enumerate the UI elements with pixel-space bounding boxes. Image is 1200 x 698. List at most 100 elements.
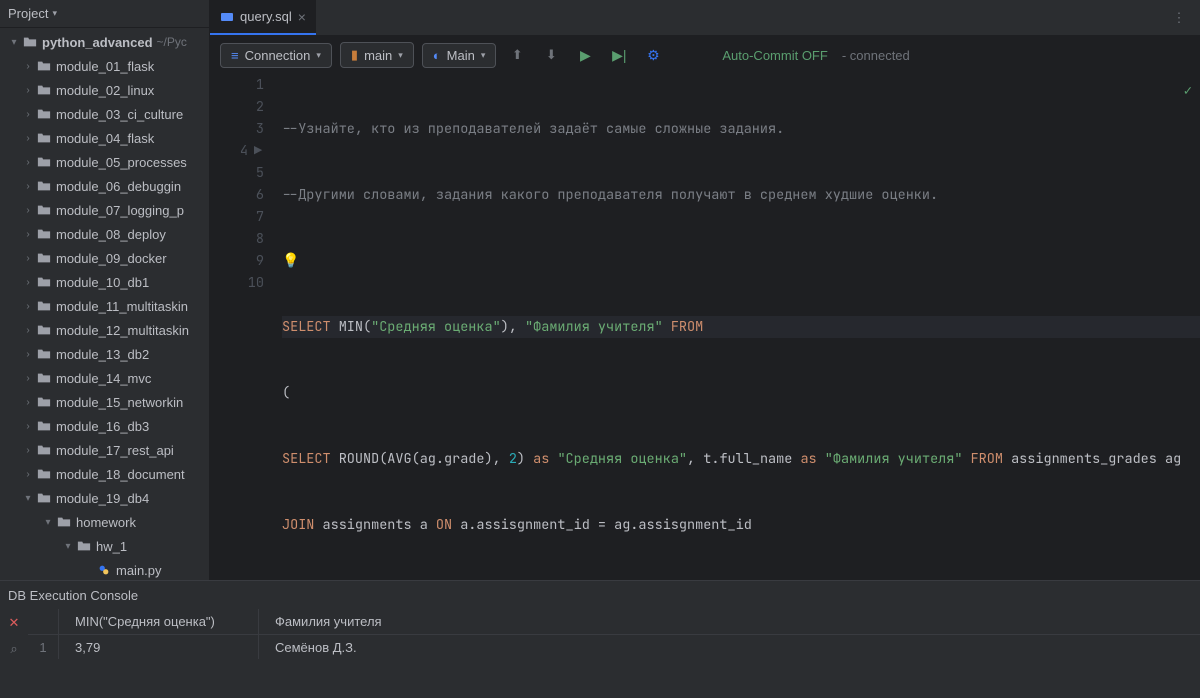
- tree-item[interactable]: ›module_17_rest_api: [0, 438, 209, 462]
- tree-item[interactable]: ›module_11_multitaskin: [0, 294, 209, 318]
- tree-item[interactable]: ›module_18_document: [0, 462, 209, 486]
- intention-bulb-icon[interactable]: 💡: [282, 252, 299, 270]
- inspection-ok-icon[interactable]: ✓: [1184, 80, 1192, 102]
- tree-item-open-module[interactable]: ▾ module_19_db4: [0, 486, 209, 510]
- tree-item[interactable]: ›module_09_docker: [0, 246, 209, 270]
- chevron-down-icon: ▾: [52, 8, 57, 19]
- close-icon[interactable]: ✕: [9, 615, 20, 631]
- editor-area: query.sql × ⋮ ≡ Connection ▾ ▮ main ▾ ◐ …: [210, 0, 1200, 580]
- twisty-expanded-icon[interactable]: ▾: [40, 514, 56, 530]
- result-row[interactable]: 1 3,79 Семёнов Д.З.: [28, 635, 1200, 659]
- tree-item[interactable]: ›module_06_debuggin: [0, 174, 209, 198]
- twisty-collapsed-icon[interactable]: ›: [20, 106, 36, 122]
- tree-item[interactable]: ›module_16_db3: [0, 414, 209, 438]
- twisty-collapsed-icon[interactable]: ›: [20, 178, 36, 194]
- schema-main-button[interactable]: ▮ main ▾: [340, 42, 414, 68]
- twisty-collapsed-icon[interactable]: ›: [20, 274, 36, 290]
- twisty-collapsed-icon[interactable]: ›: [20, 130, 36, 146]
- gear-icon[interactable]: ⚙: [640, 42, 666, 68]
- tree-item[interactable]: ›module_03_ci_culture: [0, 102, 209, 126]
- tree-item[interactable]: ›module_02_linux: [0, 78, 209, 102]
- python-file-icon: [96, 562, 112, 578]
- folder-icon: [36, 322, 52, 338]
- twisty-collapsed-icon[interactable]: ›: [20, 346, 36, 362]
- tree-label: module_15_networkin: [56, 395, 183, 410]
- twisty-expanded-icon[interactable]: ▾: [20, 490, 36, 506]
- twisty-collapsed-icon[interactable]: ›: [20, 226, 36, 242]
- tree-root-hint: ~/Pyc: [157, 35, 187, 49]
- tree-item[interactable]: ›module_10_db1: [0, 270, 209, 294]
- connection-status: - connected: [842, 48, 910, 63]
- tree-item[interactable]: ›module_05_processes: [0, 150, 209, 174]
- tree-item-homework[interactable]: ▾ homework: [0, 510, 209, 534]
- tx-rollback-icon[interactable]: ⬇: [538, 42, 564, 68]
- sidebar-header[interactable]: Project ▾: [0, 0, 209, 28]
- result-table: MIN("Средняя оценка") Фамилия учителя 1 …: [28, 609, 1200, 698]
- tab-more-icon[interactable]: ⋮: [1166, 5, 1192, 31]
- twisty-collapsed-icon[interactable]: ›: [20, 322, 36, 338]
- folder-icon: [36, 178, 52, 194]
- twisty-expanded-icon[interactable]: ▾: [6, 34, 22, 50]
- run-icon[interactable]: ▶: [572, 42, 598, 68]
- twisty-collapsed-icon[interactable]: ›: [20, 418, 36, 434]
- twisty-collapsed-icon[interactable]: ›: [20, 466, 36, 482]
- tree-root[interactable]: ▾ python_advanced ~/Pyc: [0, 30, 209, 54]
- tree-item-hw1[interactable]: ▾ hw_1: [0, 534, 209, 558]
- run-marker-icon[interactable]: ▶: [252, 140, 264, 162]
- twisty-collapsed-icon[interactable]: ›: [20, 250, 36, 266]
- tree-label: module_01_flask: [56, 59, 154, 74]
- folder-icon: [36, 106, 52, 122]
- result-cell[interactable]: 3,79: [58, 635, 258, 659]
- close-icon[interactable]: ×: [298, 9, 306, 25]
- db-console-title[interactable]: DB Execution Console: [0, 581, 1200, 609]
- tree-label: homework: [76, 515, 136, 530]
- line-number: 8: [256, 228, 264, 250]
- connection-button[interactable]: ≡ Connection ▾: [220, 43, 332, 68]
- tree-item[interactable]: › module_13_db2: [0, 342, 209, 366]
- auto-commit-status[interactable]: Auto-Commit OFF: [722, 48, 827, 63]
- chevron-down-icon: ▾: [481, 50, 486, 61]
- folder-icon: [36, 298, 52, 314]
- session-main-button[interactable]: ◐ Main ▾: [422, 43, 497, 68]
- line-number: 10: [248, 272, 264, 294]
- tree-label: module_07_logging_p: [56, 203, 184, 218]
- tree-label: module_14_mvc: [56, 371, 151, 386]
- folder-icon: [36, 490, 52, 506]
- database-icon: ≡: [231, 48, 239, 63]
- code-text: SELECT: [282, 318, 331, 336]
- twisty-collapsed-icon[interactable]: ›: [20, 58, 36, 74]
- code-text: as: [800, 450, 816, 468]
- twisty-collapsed-icon[interactable]: ›: [20, 202, 36, 218]
- tree-item[interactable]: › module_07_logging_p: [0, 198, 209, 222]
- run-plan-icon[interactable]: ▶|: [606, 42, 632, 68]
- folder-icon: [36, 58, 52, 74]
- twisty-collapsed-icon[interactable]: ›: [20, 298, 36, 314]
- code-editor[interactable]: 1 2 3 4▶ 5 6 7 8 9 10 --Узнайте, кто из …: [210, 74, 1200, 580]
- twisty-collapsed-icon[interactable]: ›: [20, 154, 36, 170]
- tree-item[interactable]: ›module_04_flask: [0, 126, 209, 150]
- tx-commit-icon[interactable]: ⬆: [504, 42, 530, 68]
- filter-icon[interactable]: ⌕: [10, 641, 17, 657]
- sql-file-icon: [220, 10, 234, 24]
- twisty-collapsed-icon[interactable]: ›: [20, 82, 36, 98]
- result-col-header[interactable]: MIN("Средняя оценка"): [58, 609, 258, 634]
- tab-filename: query.sql: [240, 9, 292, 24]
- tree-item[interactable]: › module_08_deploy: [0, 222, 209, 246]
- code-body[interactable]: --Узнайте, кто из преподавателей задаёт …: [274, 74, 1200, 580]
- tab-query-sql[interactable]: query.sql ×: [210, 0, 316, 35]
- tree-label: module_08_deploy: [56, 227, 166, 242]
- result-cell[interactable]: Семёнов Д.З.: [258, 635, 458, 659]
- tree-item-mainpy[interactable]: main.py: [0, 558, 209, 580]
- tree-item[interactable]: › module_15_networkin: [0, 390, 209, 414]
- twisty-collapsed-icon[interactable]: ›: [20, 394, 36, 410]
- twisty-expanded-icon[interactable]: ▾: [60, 538, 76, 554]
- result-col-header[interactable]: Фамилия учителя: [258, 609, 458, 634]
- tree-item[interactable]: › module_01_flask: [0, 54, 209, 78]
- twisty-collapsed-icon[interactable]: ›: [20, 370, 36, 386]
- tree-item[interactable]: › module_14_mvc: [0, 366, 209, 390]
- twisty-collapsed-icon[interactable]: ›: [20, 442, 36, 458]
- session-label: Main: [447, 48, 475, 63]
- tree-label: module_13_db2: [56, 347, 149, 362]
- tree-label: module_19_db4: [56, 491, 149, 506]
- tree-item[interactable]: ›module_12_multitaskin: [0, 318, 209, 342]
